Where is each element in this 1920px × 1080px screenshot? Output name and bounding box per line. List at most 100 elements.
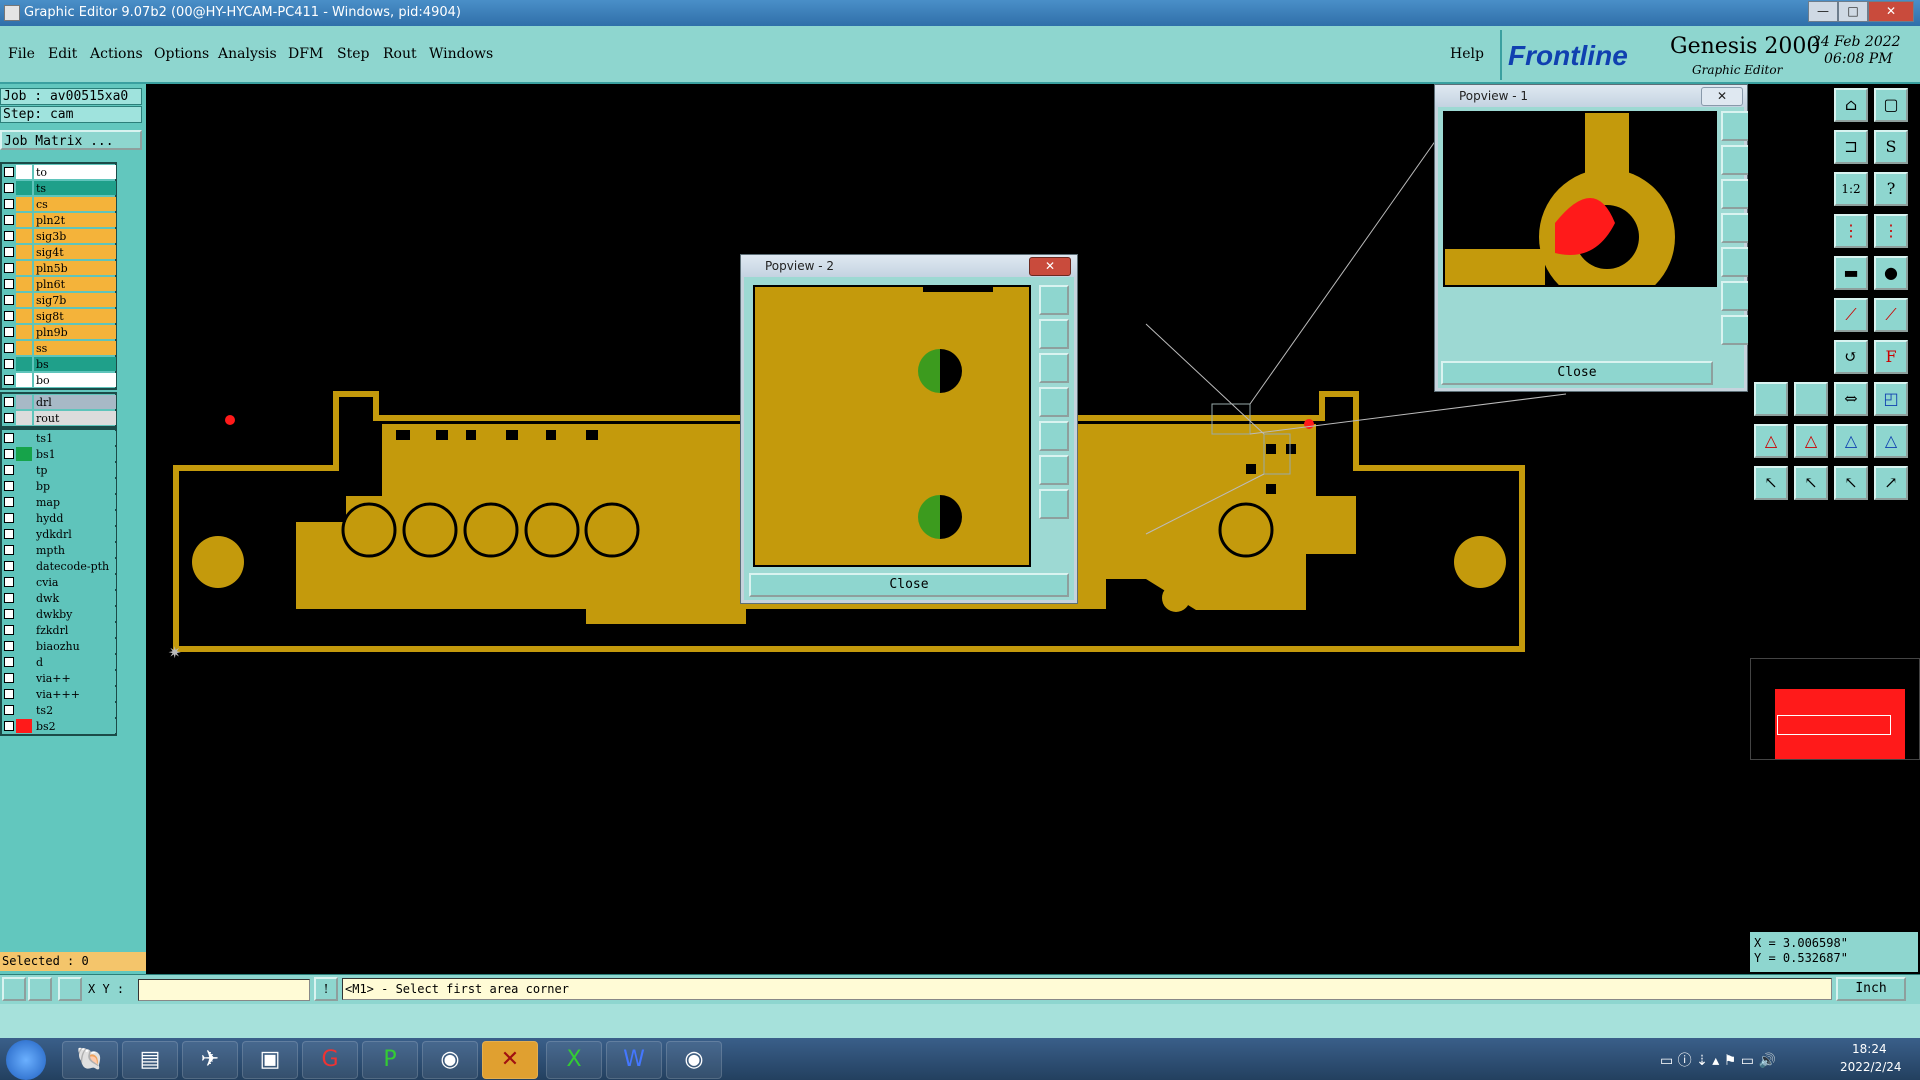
tool-pointer3-icon[interactable]: ↖ — [1834, 466, 1868, 500]
taskbar-word-icon[interactable]: W — [606, 1041, 662, 1079]
layer-checkbox[interactable] — [4, 657, 14, 667]
popview-1-close-x[interactable]: ✕ — [1701, 87, 1743, 106]
layer-color-swatch[interactable] — [16, 703, 32, 717]
layer-color-swatch[interactable] — [16, 623, 32, 637]
layer-row[interactable]: sig4t — [2, 244, 116, 260]
close-button[interactable]: ✕ — [1868, 1, 1914, 22]
pv2-fit-icon[interactable] — [1039, 421, 1069, 451]
tool-measure-icon[interactable]: ⇔ — [1834, 382, 1868, 416]
layer-color-swatch[interactable] — [16, 197, 32, 211]
layer-row[interactable]: cs — [2, 196, 116, 212]
layer-checkbox[interactable] — [4, 413, 14, 423]
popview-1-close-button[interactable]: Close — [1441, 361, 1713, 385]
layer-checkbox[interactable] — [4, 375, 14, 385]
units-selector[interactable]: Inch — [1836, 977, 1906, 1001]
tool-pointer1-icon[interactable]: ↖ — [1754, 466, 1788, 500]
layer-row[interactable]: mpth — [2, 542, 116, 558]
menu-file[interactable]: File — [8, 46, 35, 62]
layer-row[interactable]: ydkdrl — [2, 526, 116, 542]
layer-checkbox[interactable] — [4, 641, 14, 651]
layer-color-swatch[interactable] — [16, 463, 32, 477]
taskbar-messenger-icon[interactable]: ✈ — [182, 1041, 238, 1079]
layer-checkbox[interactable] — [4, 231, 14, 241]
layer-row[interactable]: pln9b — [2, 324, 116, 340]
layer-row[interactable]: via++ — [2, 670, 116, 686]
layer-row[interactable]: bp — [2, 478, 116, 494]
layer-row[interactable]: dwk — [2, 590, 116, 606]
layer-row[interactable]: datecode-pth — [2, 558, 116, 574]
layer-color-swatch[interactable] — [16, 229, 32, 243]
grid-icon[interactable] — [58, 977, 82, 1001]
layer-row[interactable]: cvia — [2, 574, 116, 590]
tool-triangle1-icon[interactable]: △ — [1754, 424, 1788, 458]
taskbar-x-app-icon[interactable]: ✕ — [482, 1041, 538, 1079]
taskbar-genesis-icon[interactable]: ◉ — [666, 1041, 722, 1079]
layer-row[interactable]: sig3b — [2, 228, 116, 244]
layer-checkbox[interactable] — [4, 561, 14, 571]
maximize-button[interactable]: □ — [1838, 1, 1868, 22]
info-icon[interactable]: ! — [314, 977, 338, 1001]
layer-color-swatch[interactable] — [16, 325, 32, 339]
tool-window-icon[interactable]: ▢ — [1874, 88, 1908, 122]
layer-row[interactable]: ss — [2, 340, 116, 356]
layer-row[interactable]: pln5b — [2, 260, 116, 276]
taskbar-red-app-icon[interactable]: G — [302, 1041, 358, 1079]
layer-checkbox[interactable] — [4, 359, 14, 369]
layer-row[interactable]: hydd — [2, 510, 116, 526]
layer-checkbox[interactable] — [4, 167, 14, 177]
tool-s-icon[interactable]: S — [1874, 130, 1908, 164]
tray-icons[interactable]: ▭ ⓘ ⇣ ▴ ⚑ ▭ 🔊 — [1660, 1050, 1776, 1070]
layer-color-swatch[interactable] — [16, 511, 32, 525]
layer-row[interactable]: sig7b — [2, 292, 116, 308]
pv2-center-icon[interactable] — [1039, 455, 1069, 485]
xy-input[interactable] — [138, 979, 310, 1001]
menu-options[interactable]: Options — [154, 46, 209, 62]
layer-color-swatch[interactable] — [16, 245, 32, 259]
layer-color-swatch[interactable] — [16, 687, 32, 701]
layer-color-swatch[interactable] — [16, 341, 32, 355]
layer-color-swatch[interactable] — [16, 357, 32, 371]
tool-ratio-icon[interactable]: 1:2 — [1834, 172, 1868, 206]
layer-color-swatch[interactable] — [16, 655, 32, 669]
layer-checkbox[interactable] — [4, 327, 14, 337]
layer-color-swatch[interactable] — [16, 719, 32, 733]
pv1-center-icon[interactable] — [1721, 281, 1751, 311]
layer-checkbox[interactable] — [4, 625, 14, 635]
tool-snap-icon[interactable]: ⊐ — [1834, 130, 1868, 164]
layer-row[interactable]: bs — [2, 356, 116, 372]
layer-color-swatch[interactable] — [16, 277, 32, 291]
pv2-refresh-icon[interactable] — [1039, 489, 1069, 519]
layer-checkbox[interactable] — [4, 311, 14, 321]
tool-net2-icon[interactable]: ⋮ — [1874, 214, 1908, 248]
layer-row[interactable]: bs2 — [2, 718, 116, 734]
menu-step[interactable]: Step — [337, 46, 369, 62]
graphic-canvas[interactable]: ✷ Popview - 2 ✕ Close Popview - 1 ✕ Clos… — [146, 84, 1751, 974]
tool-line-icon[interactable]: ⟋ — [1834, 298, 1868, 332]
menu-actions[interactable]: Actions — [90, 46, 143, 62]
layer-color-swatch[interactable] — [16, 527, 32, 541]
taskbar-notepad-icon[interactable]: ▤ — [122, 1041, 178, 1079]
layer-row[interactable]: fzkdrl — [2, 622, 116, 638]
layer-row[interactable]: via+++ — [2, 686, 116, 702]
pv1-zoom-home-icon[interactable] — [1721, 111, 1751, 141]
layer-checkbox[interactable] — [4, 295, 14, 305]
layer-checkbox[interactable] — [4, 183, 14, 193]
layer-row[interactable]: map — [2, 494, 116, 510]
overview-panel[interactable] — [1750, 658, 1920, 760]
layer-checkbox[interactable] — [4, 721, 14, 731]
layer-checkbox[interactable] — [4, 263, 14, 273]
tool-line2-icon[interactable]: ⟋ — [1874, 298, 1908, 332]
layer-row[interactable]: d — [2, 654, 116, 670]
layer-checkbox[interactable] — [4, 199, 14, 209]
layer-row[interactable]: pln2t — [2, 212, 116, 228]
pv2-pan-icon[interactable] — [1039, 387, 1069, 417]
tool-net-icon[interactable]: ⋮ — [1834, 214, 1868, 248]
layer-color-swatch[interactable] — [16, 411, 32, 425]
taskbar-eye-app-icon[interactable]: ◉ — [422, 1041, 478, 1079]
layer-color-swatch[interactable] — [16, 639, 32, 653]
layer-row[interactable]: drl — [2, 394, 116, 410]
layer-row[interactable]: bo — [2, 372, 116, 388]
pv1-refresh-icon[interactable] — [1721, 315, 1751, 345]
layer-checkbox[interactable] — [4, 397, 14, 407]
tool-f-icon[interactable]: F — [1874, 340, 1908, 374]
